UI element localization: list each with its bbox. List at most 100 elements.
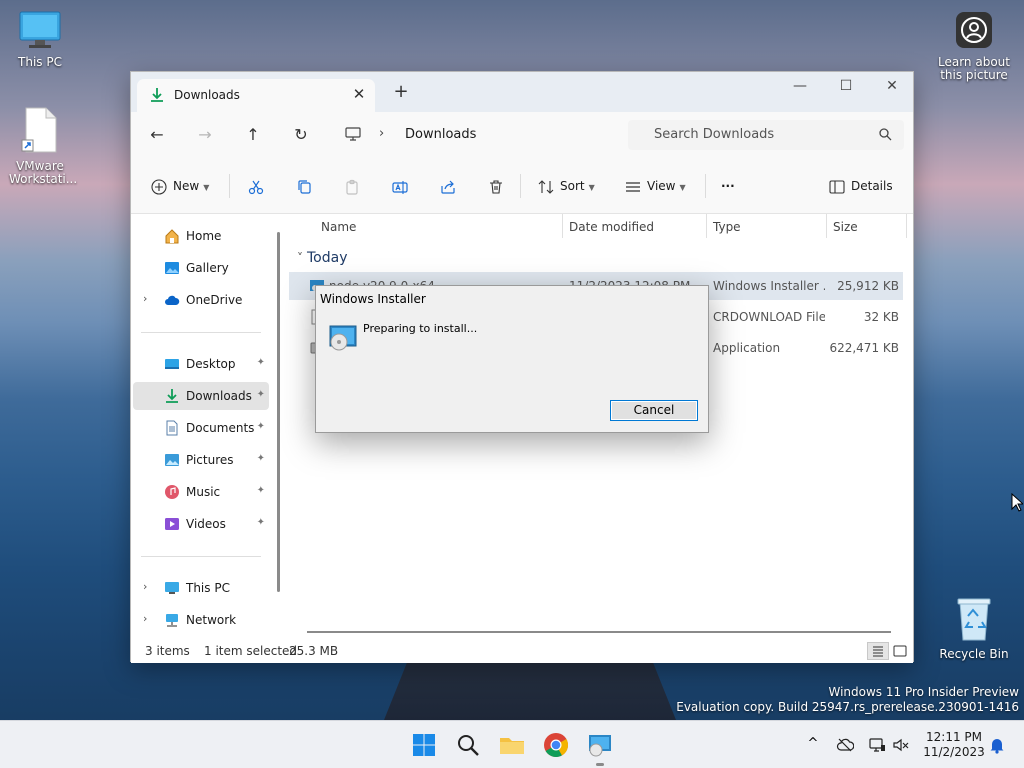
mouse-cursor-icon: [1011, 493, 1023, 512]
start-button[interactable]: [408, 729, 440, 761]
share-icon: [441, 180, 455, 194]
folder-icon: [500, 738, 524, 754]
file-size: 622,471 KB: [829, 341, 899, 355]
sidebar-item-desktop[interactable]: Desktop ✦: [133, 350, 269, 378]
chevron-right-icon[interactable]: ›: [143, 580, 147, 593]
sidebar-item-onedrive[interactable]: › OneDrive: [133, 286, 269, 314]
details-view-button[interactable]: [867, 642, 889, 660]
scissors-icon: [248, 180, 264, 194]
taskbar-file-explorer[interactable]: [496, 729, 528, 761]
pin-icon[interactable]: ✦: [257, 421, 265, 432]
search-input[interactable]: Search Downloads: [628, 120, 904, 150]
group-header-today[interactable]: ˅ Today: [297, 250, 348, 266]
horizontal-scrollbar[interactable]: [307, 631, 891, 633]
rename-button[interactable]: [392, 176, 408, 196]
chevron-right-icon: ›: [379, 126, 385, 141]
column-header-name[interactable]: Name: [321, 220, 356, 234]
close-tab-icon[interactable]: ✕: [351, 85, 367, 103]
pin-icon[interactable]: ✦: [257, 485, 265, 496]
sort-button[interactable]: Sort ▼: [538, 176, 595, 196]
chrome-icon: [544, 733, 569, 758]
up-button[interactable]: ↑: [242, 124, 264, 146]
tab-label: Downloads: [174, 88, 240, 102]
sidebar-item-home[interactable]: Home: [133, 222, 269, 250]
cloud-offline-icon[interactable]: [836, 736, 854, 754]
tab-downloads[interactable]: Downloads ✕: [137, 79, 375, 112]
file-type: Windows Installer ...: [713, 279, 825, 293]
minimize-button[interactable]: —: [777, 72, 823, 102]
forward-button[interactable]: →: [194, 124, 216, 146]
sidebar-item-this-pc[interactable]: › This PC: [133, 574, 269, 602]
desktop-icon-recycle-bin[interactable]: Recycle Bin: [934, 596, 1014, 661]
desktop-icon-learn-picture[interactable]: Learn about this picture: [934, 10, 1014, 82]
plus-circle-icon: [151, 178, 167, 195]
pin-icon[interactable]: ✦: [257, 453, 265, 464]
view-label: View: [647, 179, 676, 193]
share-button[interactable]: [440, 176, 456, 196]
close-window-button[interactable]: ✕: [869, 72, 915, 102]
view-button[interactable]: View ▼: [625, 176, 686, 196]
clock[interactable]: 12:11 PM 11/2/2023: [918, 730, 990, 760]
notification-bell-icon[interactable]: [988, 736, 1006, 754]
taskbar-chrome[interactable]: [540, 729, 572, 761]
windows-installer-dialog[interactable]: Windows Installer Preparing to install..…: [315, 285, 709, 433]
group-label: Today: [307, 250, 348, 266]
tray-overflow-chevron[interactable]: ^: [804, 736, 822, 754]
maximize-button[interactable]: ☐: [823, 72, 869, 102]
sidebar-item-music[interactable]: Music ✦: [133, 478, 269, 506]
sidebar-item-videos[interactable]: Videos ✦: [133, 510, 269, 538]
os-watermark: Windows 11 Pro Insider Preview Evaluatio…: [676, 685, 1019, 715]
list-view-icon: [626, 181, 640, 192]
sidebar-divider: [141, 556, 261, 557]
address-bar: ← → ↑ ↻ › Downloads Search Downloads: [131, 112, 913, 158]
refresh-button[interactable]: ↻: [290, 124, 312, 146]
sidebar-item-label: Downloads: [186, 389, 252, 403]
copy-button[interactable]: [296, 176, 312, 196]
sidebar-item-network[interactable]: › Network: [133, 606, 269, 634]
sidebar-item-pictures[interactable]: Pictures ✦: [133, 446, 269, 474]
pin-icon[interactable]: ✦: [257, 357, 265, 368]
tiles-view-button[interactable]: [889, 642, 911, 660]
column-header-date[interactable]: Date modified: [569, 220, 654, 234]
breadcrumb-current[interactable]: Downloads: [405, 127, 476, 142]
breadcrumb[interactable]: › Downloads: [333, 122, 623, 148]
volume-muted-icon[interactable]: [892, 736, 910, 754]
cancel-button[interactable]: Cancel: [610, 400, 698, 421]
windows-logo-icon: [413, 734, 435, 756]
sidebar-item-downloads[interactable]: Downloads ✦: [133, 382, 269, 410]
cut-button[interactable]: [248, 176, 264, 196]
back-button[interactable]: ←: [146, 124, 168, 146]
desktop-icon-this-pc[interactable]: This PC: [0, 10, 80, 69]
gallery-icon: [165, 262, 179, 274]
more-options-button[interactable]: ···: [721, 176, 735, 196]
sidebar-scrollbar[interactable]: [277, 232, 280, 592]
chevron-down-icon: ˅: [297, 251, 303, 265]
column-divider[interactable]: [826, 214, 827, 238]
search-button[interactable]: [452, 729, 484, 761]
column-header-type[interactable]: Type: [713, 220, 741, 234]
sidebar-item-documents[interactable]: Documents ✦: [133, 414, 269, 442]
chevron-right-icon[interactable]: ›: [143, 292, 147, 305]
pin-icon[interactable]: ✦: [257, 389, 265, 400]
search-placeholder: Search Downloads: [654, 127, 775, 142]
sidebar-item-label: Home: [186, 229, 222, 243]
paste-button[interactable]: [344, 176, 360, 196]
sidebar-item-label: Music: [186, 485, 221, 499]
sidebar-item-gallery[interactable]: Gallery: [133, 254, 269, 282]
pin-icon[interactable]: ✦: [257, 517, 265, 528]
column-header-size[interactable]: Size: [833, 220, 858, 234]
delete-button[interactable]: [488, 176, 504, 196]
new-button[interactable]: New ▼: [151, 176, 209, 196]
title-bar[interactable]: Downloads ✕ + — ☐ ✕: [131, 72, 913, 112]
desktop-icon-vmware[interactable]: VMware Workstati...: [0, 106, 80, 186]
column-divider[interactable]: [906, 214, 907, 238]
chevron-right-icon[interactable]: ›: [143, 612, 147, 625]
details-pane-button[interactable]: Details: [829, 176, 893, 196]
clipboard-icon: [346, 179, 358, 195]
trash-icon: [490, 179, 502, 194]
new-tab-button[interactable]: +: [393, 83, 409, 101]
column-divider[interactable]: [562, 214, 563, 238]
taskbar-windows-installer[interactable]: [584, 729, 616, 766]
column-divider[interactable]: [706, 214, 707, 238]
network-icon[interactable]: [868, 736, 886, 754]
